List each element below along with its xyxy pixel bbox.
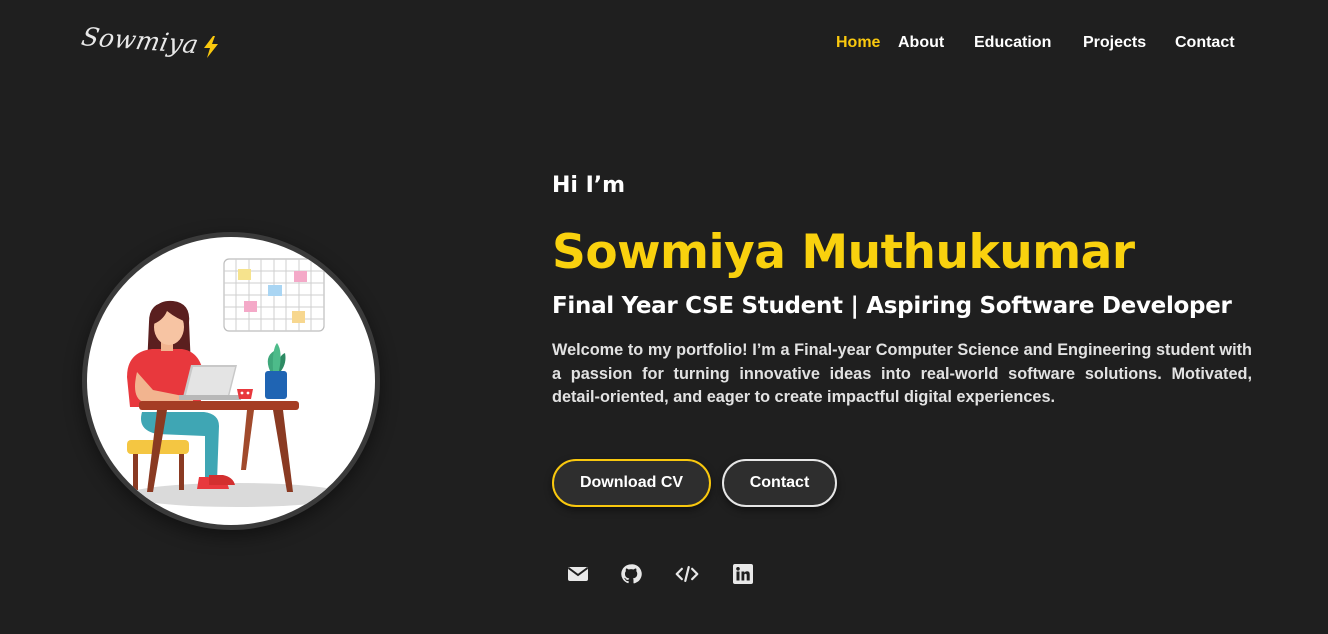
logo-text: Sowmiya (78, 22, 202, 60)
nav-home[interactable]: Home (836, 34, 880, 52)
code-icon[interactable] (675, 562, 699, 586)
github-icon[interactable] (619, 562, 643, 586)
greeting: Hi I’m (552, 173, 626, 198)
girl-at-laptop-illustration (127, 258, 347, 507)
logo[interactable]: Sowmiya (78, 22, 220, 62)
hero-name: Sowmiya Muthukumar (552, 225, 1135, 280)
nav-education[interactable]: Education (974, 34, 1051, 52)
intro-paragraph: Welcome to my portfolio! I’m a Final-yea… (552, 341, 1252, 407)
hero-role: Final Year CSE Student | Aspiring Softwa… (552, 293, 1232, 319)
download-cv-button[interactable]: Download CV (552, 459, 711, 507)
nav-projects[interactable]: Projects (1083, 34, 1146, 52)
nav-about[interactable]: About (898, 34, 944, 52)
linkedin-icon[interactable] (731, 562, 755, 586)
nav-contact[interactable]: Contact (1175, 34, 1235, 52)
email-icon[interactable] (566, 562, 590, 586)
avatar (82, 232, 380, 530)
contact-button[interactable]: Contact (722, 459, 837, 507)
hero-section: Hi I’m Sowmiya Muthukumar Final Year CSE… (552, 170, 1252, 410)
lightning-bolt-icon (202, 36, 220, 62)
